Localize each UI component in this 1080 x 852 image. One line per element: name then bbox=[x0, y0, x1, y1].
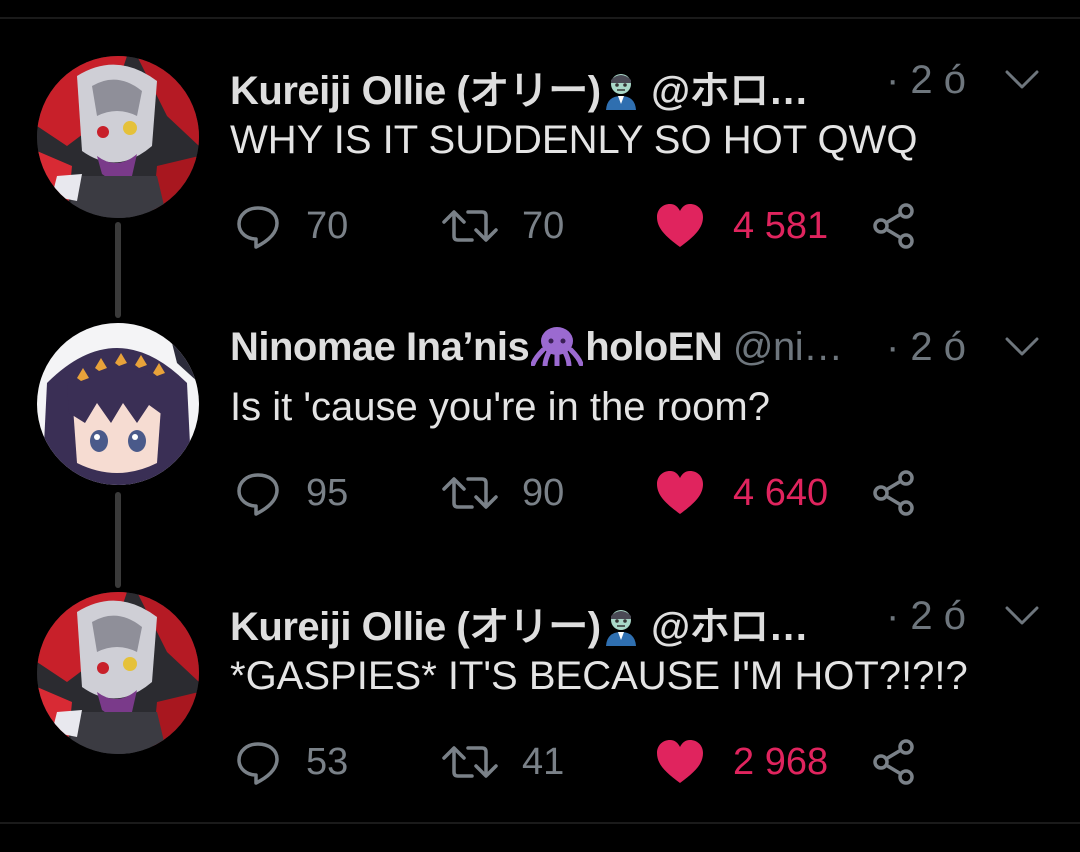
display-name[interactable]: Ninomae Ina’nis holoEN @ni… bbox=[230, 325, 843, 376]
retweet-button[interactable]: 70 bbox=[442, 196, 564, 256]
display-name-text: Kureiji Ollie (オリー) bbox=[230, 605, 601, 649]
display-name-suffix: holoEN bbox=[585, 325, 723, 369]
like-count: 4 640 bbox=[733, 471, 829, 514]
display-name-text: Kureiji Ollie (オリー) bbox=[230, 69, 601, 113]
reply-button[interactable]: 70 bbox=[234, 196, 348, 256]
reply-icon bbox=[237, 742, 279, 785]
tweet[interactable]: Ninomae Ina’nis holoEN @ni… · 2 ó Is it … bbox=[0, 323, 1080, 583]
bottom-divider bbox=[0, 822, 1080, 824]
ollie-avatar-image bbox=[37, 56, 199, 218]
avatar[interactable] bbox=[37, 56, 199, 218]
share-button[interactable] bbox=[870, 463, 918, 523]
tweet-text: *GASPIES* IT'S BECAUSE I'M HOT?!?!? bbox=[230, 654, 968, 698]
like-count: 4 581 bbox=[733, 204, 829, 247]
tweet-header: Kureiji Ollie (オリー) @ホロ… · 2 ó bbox=[230, 58, 1060, 113]
handle[interactable]: @ホロ… bbox=[651, 605, 809, 649]
reply-count: 95 bbox=[306, 471, 349, 514]
heart-filled-icon bbox=[657, 204, 703, 247]
zombie-emoji-icon bbox=[603, 608, 639, 656]
reply-icon bbox=[237, 206, 279, 249]
zombie-emoji-icon bbox=[603, 72, 639, 120]
like-button[interactable]: 4 640 bbox=[655, 463, 828, 523]
reply-icon bbox=[237, 473, 279, 516]
top-divider bbox=[0, 17, 1080, 19]
timestamp[interactable]: · 2 ó bbox=[886, 325, 966, 370]
tweet-text: Is it 'cause you're in the room? bbox=[230, 385, 770, 429]
share-icon bbox=[873, 739, 914, 785]
ina-avatar-image bbox=[37, 323, 199, 485]
tweet-actions: 70 70 4 581 bbox=[230, 196, 950, 256]
share-icon bbox=[873, 470, 914, 516]
share-icon bbox=[873, 203, 914, 249]
like-button[interactable]: 2 968 bbox=[655, 732, 828, 792]
handle[interactable]: @ni… bbox=[733, 325, 843, 369]
avatar[interactable] bbox=[37, 323, 199, 485]
avatar[interactable] bbox=[37, 592, 199, 754]
tweet-actions: 53 41 2 968 bbox=[230, 732, 950, 792]
chevron-down-icon[interactable] bbox=[1002, 329, 1042, 365]
heart-filled-icon bbox=[657, 471, 703, 514]
display-name[interactable]: Kureiji Ollie (オリー) @ホロ… bbox=[230, 58, 809, 120]
share-button[interactable] bbox=[870, 196, 918, 256]
retweet-count: 70 bbox=[522, 204, 565, 247]
display-name-text: Ninomae Ina’nis bbox=[230, 325, 530, 369]
chevron-down-icon[interactable] bbox=[1002, 62, 1042, 98]
retweet-icon bbox=[442, 210, 498, 242]
tweet-actions: 95 90 4 640 bbox=[230, 463, 950, 523]
octopus-emoji-icon bbox=[530, 326, 584, 376]
reply-button[interactable]: 95 bbox=[234, 463, 348, 523]
ollie-avatar-image bbox=[37, 592, 199, 754]
like-count: 2 968 bbox=[733, 740, 829, 783]
tweet-header: Kureiji Ollie (オリー) @ホロ… · 2 ó bbox=[230, 594, 1060, 649]
timestamp[interactable]: · 2 ó bbox=[886, 594, 966, 639]
retweet-button[interactable]: 90 bbox=[442, 463, 564, 523]
tweet[interactable]: Kureiji Ollie (オリー) @ホロ… · 2 ó *GASPIES*… bbox=[0, 592, 1080, 852]
display-name[interactable]: Kureiji Ollie (オリー) @ホロ… bbox=[230, 594, 809, 656]
retweet-icon bbox=[442, 746, 498, 778]
chevron-down-icon[interactable] bbox=[1002, 598, 1042, 634]
timestamp[interactable]: · 2 ó bbox=[886, 58, 966, 103]
reply-count: 53 bbox=[306, 740, 349, 783]
tweet-text: WHY IS IT SUDDENLY SO HOT QWQ bbox=[230, 118, 918, 162]
retweet-button[interactable]: 41 bbox=[442, 732, 564, 792]
retweet-count: 90 bbox=[522, 471, 565, 514]
retweet-count: 41 bbox=[522, 740, 565, 783]
heart-filled-icon bbox=[657, 740, 703, 783]
tweet-header: Ninomae Ina’nis holoEN @ni… · 2 ó bbox=[230, 325, 1060, 375]
reply-button[interactable]: 53 bbox=[234, 732, 348, 792]
reply-count: 70 bbox=[306, 204, 349, 247]
handle[interactable]: @ホロ… bbox=[651, 69, 809, 113]
share-button[interactable] bbox=[870, 732, 918, 792]
like-button[interactable]: 4 581 bbox=[655, 196, 828, 256]
retweet-icon bbox=[442, 477, 498, 509]
tweet[interactable]: Kureiji Ollie (オリー) @ホロ… · 2 ó WHY IS IT… bbox=[0, 56, 1080, 316]
